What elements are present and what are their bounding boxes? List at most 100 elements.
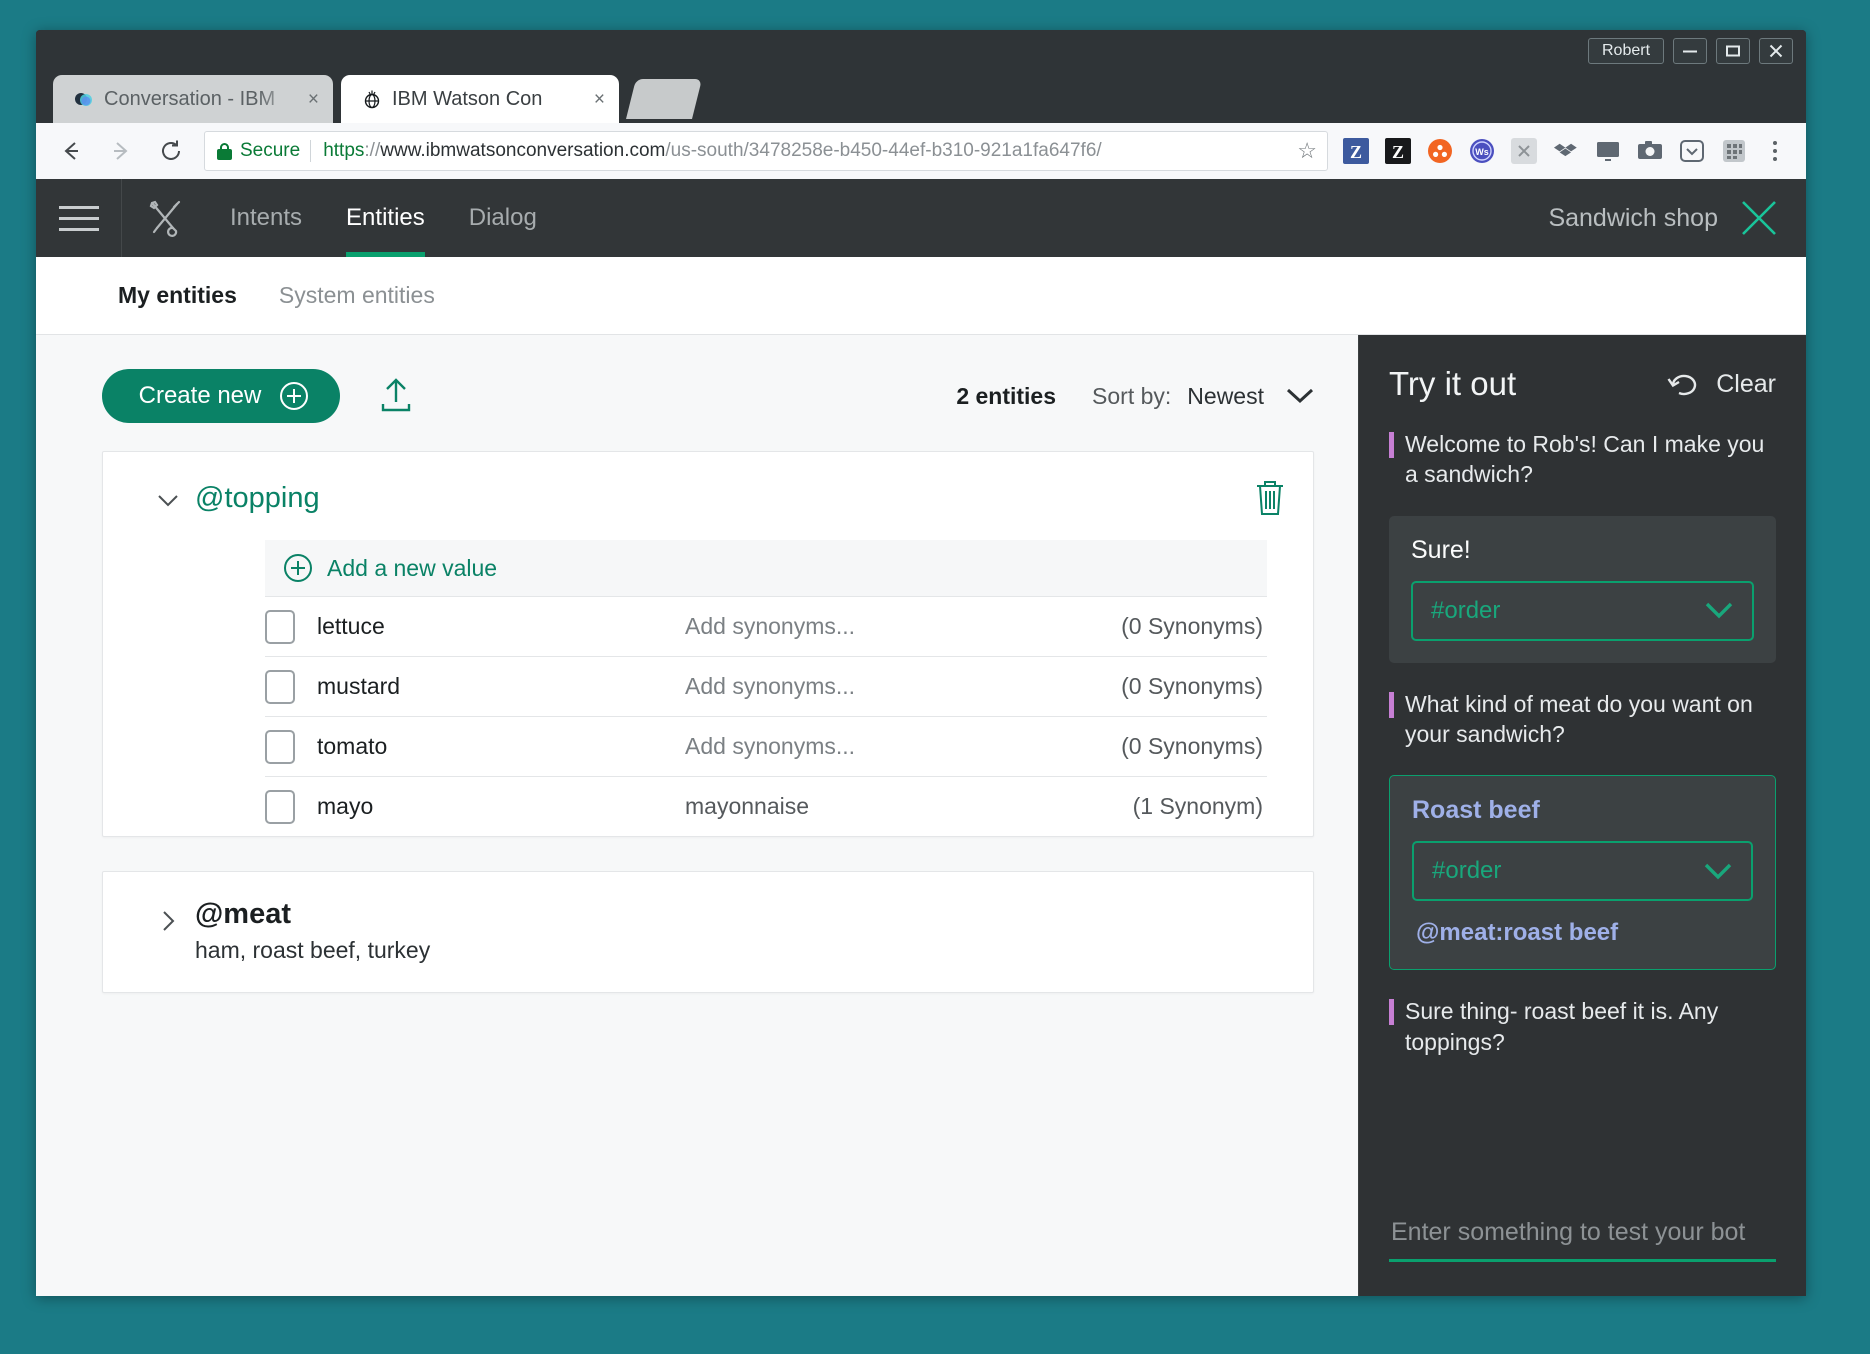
url-scheme-separator: :// [364,140,381,161]
maximize-button[interactable] [1716,38,1750,64]
entity-name-meat[interactable]: @meat [195,898,1287,931]
secure-label: Secure [240,140,301,161]
orange-circle-icon[interactable] [1426,137,1454,165]
close-workspace-icon[interactable] [1738,197,1780,239]
try-it-out-input-wrap [1389,1218,1776,1262]
user-message-card: Roast beef #order @meat:roast beef [1389,775,1776,971]
pocket-icon[interactable] [1678,137,1706,165]
browser-omnibar: Secure https://www.ibmwatsonconversation… [36,123,1806,179]
value-synonyms[interactable]: Add synonyms... [685,613,1121,640]
url-text: https://www.ibmwatsonconversation.com/us… [323,140,1289,162]
tab-dialog[interactable]: Dialog [447,179,559,257]
entities-toolbar: Create new 2 entities Sort by: Newest [36,335,1358,423]
row-checkbox[interactable] [265,669,295,704]
entity-tag: @meat:roast beef [1416,919,1619,947]
clear-button[interactable]: Clear [1667,368,1776,400]
value-name: tomato [317,733,388,759]
url-divider [310,140,312,162]
entity-subtabs: My entities System entities [36,257,1806,335]
close-window-button[interactable] [1759,38,1793,64]
chevron-down-icon[interactable] [1286,387,1314,405]
add-new-value-row[interactable]: Add a new value [265,540,1267,596]
tab-intents-label: Intents [230,204,303,231]
tab-entities[interactable]: Entities [324,179,447,257]
browser-window: Robert Conversation - IBM × IBM Watson C… [36,30,1806,1296]
app-nav-tabs: Intents Entities Dialog [208,179,559,257]
row-checkbox[interactable] [265,609,295,644]
sort-by-label: Sort by: [1092,382,1172,409]
entity-card-collapsed[interactable]: @meat ham, roast beef, turkey [103,872,1313,992]
table-row[interactable]: mustard Add synonyms... (0 Synonyms) [265,656,1267,716]
browser-tab-watson[interactable]: IBM Watson Con × [341,75,619,123]
cast-icon[interactable] [1594,137,1622,165]
url-bar[interactable]: Secure https://www.ibmwatsonconversation… [204,131,1328,171]
tab-close-icon[interactable]: × [306,90,319,109]
value-synonyms[interactable]: Add synonyms... [685,733,1121,760]
zotero-black-icon[interactable]: Z [1384,137,1412,165]
tab-entities-label: Entities [346,204,425,231]
back-button[interactable] [48,128,94,174]
tab-intents[interactable]: Intents [208,179,324,257]
reload-button[interactable] [148,128,194,174]
url-path: /us-south/3478258e-b450-44ef-b310-921a1f… [665,140,1102,161]
camera-icon[interactable] [1636,137,1664,165]
forward-button[interactable] [98,128,144,174]
row-checkbox[interactable] [265,729,295,764]
intent-label: #order [1431,596,1501,624]
url-scheme: https [323,140,365,161]
entity-cards: @topping Add a new value lettuce Add syn… [36,423,1358,993]
star-icon[interactable]: ☆ [1297,138,1317,164]
browser-tabstrip: Conversation - IBM × IBM Watson Con × [36,75,1806,123]
synonym-count: (0 Synonyms) [1121,673,1263,699]
minimize-icon [1683,50,1697,53]
maximize-icon [1726,45,1740,57]
subtab-system-entities[interactable]: System entities [279,282,435,309]
create-new-button[interactable]: Create new [102,369,340,423]
value-synonyms[interactable]: mayonnaise [685,793,1133,820]
entity-count: 2 entities [956,382,1057,409]
app-navbar: Intents Entities Dialog Sandwich shop [36,179,1806,257]
entity-card-header[interactable]: @topping [103,452,1313,540]
window-titlebar: Robert Conversation - IBM × IBM Watson C… [36,30,1806,179]
try-it-out-panel: Try it out Clear Welcome to Rob's! Can I… [1358,335,1806,1296]
table-row[interactable]: tomato Add synonyms... (0 Synonyms) [265,716,1267,776]
value-name: mustard [317,673,401,699]
ws-globe-icon[interactable]: Ws [1468,137,1496,165]
row-checkbox[interactable] [265,789,295,824]
intent-dropdown[interactable]: #order [1411,580,1754,641]
new-tab-button[interactable] [626,79,702,119]
window-user-label[interactable]: Robert [1588,38,1664,64]
zotero-blue-icon[interactable]: Z [1342,137,1370,165]
back-arrow-icon [64,142,78,160]
try-it-out-input[interactable] [1389,1218,1776,1262]
entity-card-meat[interactable]: @meat ham, roast beef, turkey [102,871,1314,993]
gray-tool-icon[interactable] [1510,137,1538,165]
trash-icon[interactable] [1253,478,1287,518]
svg-text:Z: Z [1392,142,1404,162]
table-row[interactable]: mayo mayonnaise (1 Synonym) [265,776,1267,836]
tab-close-icon[interactable]: × [592,90,605,109]
entity-name-topping[interactable]: @topping [195,482,320,515]
bot-message: Welcome to Rob's! Can I make you a sandw… [1389,429,1776,490]
browser-tab-conversation[interactable]: Conversation - IBM × [53,75,333,123]
three-dots-menu-icon[interactable] [1762,141,1788,161]
dropbox-icon[interactable] [1552,137,1580,165]
grid-icon[interactable] [1720,137,1748,165]
user-message-text: Roast beef [1412,796,1540,825]
app-root: Intents Entities Dialog Sandwich shop My… [36,179,1806,1296]
intent-dropdown[interactable]: #order [1412,841,1753,902]
sort-value[interactable]: Newest [1187,383,1264,410]
chevron-down-icon [1704,601,1734,620]
chevron-right-icon[interactable] [155,908,181,934]
value-synonyms[interactable]: Add synonyms... [685,673,1121,700]
synonym-count: (0 Synonyms) [1121,733,1263,759]
svg-text:Z: Z [1350,142,1362,162]
hamburger-menu-icon[interactable] [36,179,122,257]
chevron-down-icon[interactable] [155,488,181,514]
subtab-my-entities[interactable]: My entities [118,282,237,309]
table-row[interactable]: lettuce Add synonyms... (0 Synonyms) [265,596,1267,656]
upload-button[interactable] [374,374,418,418]
tools-icon[interactable] [122,179,208,257]
minimize-button[interactable] [1673,38,1707,64]
upload-icon [381,378,411,412]
